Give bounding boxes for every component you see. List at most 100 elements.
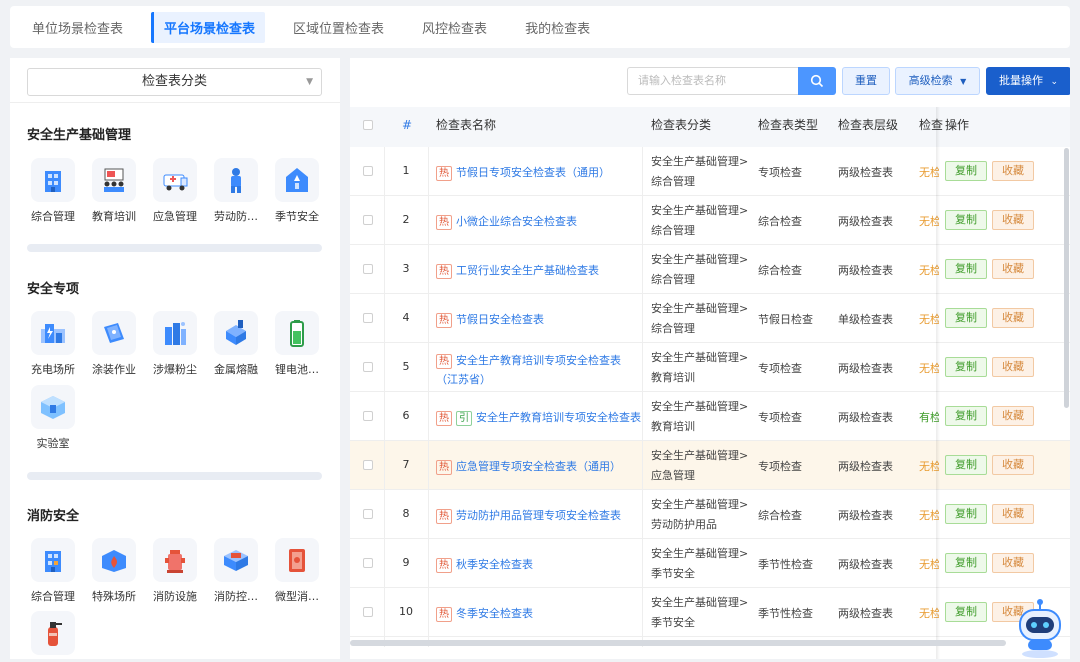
search-input[interactable]: 请输入检查表名称 <box>627 67 798 95</box>
checklist-name-link[interactable]: 安全生产教育培训专项安全检查表 <box>476 411 641 424</box>
select-all-checkbox[interactable] <box>363 120 373 130</box>
tab-platform-scene[interactable]: 平台场景检查表 <box>151 11 266 43</box>
category-tile[interactable]: 消防控… <box>206 538 266 604</box>
table-row[interactable]: 1 热节假日专项安全检查表（通用） 安全生产基础管理> 综合管理 专项检查 两级检查表 无检… <box>350 147 1070 196</box>
row-checkbox[interactable] <box>363 264 373 274</box>
table-row[interactable]: 5 热安全生产教育培训专项安全检查表 （江苏省） 安全生产基础管理> 教育培训 专项检查 两… <box>350 343 1070 392</box>
table-row[interactable]: 2 热小微企业综合安全检查表 安全生产基础管理> 综合管理 综合检查 两级检查表 无检 复制收… <box>350 196 1070 245</box>
tab-region-location[interactable]: 区域位置检查表 <box>283 12 394 43</box>
copy-button[interactable]: 复制 <box>945 161 987 181</box>
row-checkbox[interactable] <box>363 411 373 421</box>
category-tile[interactable]: 应急管理 <box>145 158 205 224</box>
category-tile[interactable]: 实验室 <box>23 385 83 451</box>
table-row[interactable]: 7 热应急管理专项安全检查表（通用） 安全生产基础管理> 应急管理 专项检查 两级检查表无… <box>350 441 1070 490</box>
vertical-scrollbar[interactable] <box>1064 148 1069 408</box>
favorite-button[interactable]: 收藏 <box>992 357 1034 377</box>
favorite-button[interactable]: 收藏 <box>992 553 1034 573</box>
favorite-button[interactable]: 收藏 <box>992 406 1034 426</box>
favorite-button[interactable]: 收藏 <box>992 504 1034 524</box>
copy-button[interactable]: 复制 <box>945 553 987 573</box>
copy-button[interactable]: 复制 <box>945 406 987 426</box>
category-tile[interactable]: 充电场所 <box>23 311 83 377</box>
advanced-search-label: 高级检索 <box>908 74 953 87</box>
category-tile[interactable] <box>23 611 83 655</box>
favorite-button[interactable]: 收藏 <box>992 161 1034 181</box>
tab-risk-control[interactable]: 风控检查表 <box>412 12 497 43</box>
row-category: 安全生产基础管理> 综合管理 <box>651 299 748 339</box>
checklist-name-link[interactable]: 小微企业综合安全检查表 <box>456 215 577 228</box>
copy-button[interactable]: 复制 <box>945 210 987 230</box>
checklist-name-line2[interactable]: （江苏省） <box>436 373 491 386</box>
row-type: 季节性检查 <box>758 607 813 620</box>
copy-button[interactable]: 复制 <box>945 308 987 328</box>
batch-operation-button[interactable]: 批量操作 ⌄ <box>986 67 1070 95</box>
favorite-button[interactable]: 收藏 <box>992 308 1034 328</box>
checklist-name-link[interactable]: 应急管理专项安全检查表（通用） <box>456 460 621 473</box>
row-checkbox[interactable] <box>363 558 373 568</box>
checklist-name-link[interactable]: 安全生产教育培训专项安全检查表 <box>456 354 621 367</box>
category-tile[interactable]: 金属熔融 <box>206 311 266 377</box>
table-row[interactable]: 10 热冬季安全检查表 安全生产基础管理> 季节安全 季节性检查 两级检查表 无检 复制 收藏 <box>350 588 1070 637</box>
table-row[interactable]: 6 热引安全生产教育培训专项安全检查表 安全生产基础管理> 教育培训 专项检查 两级检查表… <box>350 392 1070 441</box>
row-checkbox[interactable] <box>363 362 373 372</box>
col-name-header: 检查表名称 <box>436 118 497 132</box>
row-level: 两级检查表 <box>838 558 893 571</box>
checklist-name-link[interactable]: 工贸行业安全生产基础检查表 <box>456 264 599 277</box>
table-row[interactable]: 8 热劳动防护用品管理专项安全检查表 安全生产基础管理> 劳动防护用品 综合检查 两级检查… <box>350 490 1070 539</box>
table-row[interactable]: 9 热秋季安全检查表 安全生产基础管理> 季节安全 季节性检查 两级检查表 无检 复制 收藏 <box>350 539 1070 588</box>
checklist-name-link[interactable]: 节假日专项安全检查表（通用） <box>456 166 610 179</box>
checklist-name-link[interactable]: 秋季安全检查表 <box>456 558 533 571</box>
checklist-name-link[interactable]: 冬季安全检查表 <box>456 607 533 620</box>
category-tile[interactable]: 综合管理 <box>23 538 83 604</box>
row-checkbox[interactable] <box>363 313 373 323</box>
copy-button[interactable]: 复制 <box>945 602 987 622</box>
category-tile[interactable]: 综合管理 <box>23 158 83 224</box>
row-index: 10 <box>399 605 413 618</box>
category-tile[interactable]: 特殊场所 <box>84 538 144 604</box>
category-tile[interactable]: 劳动防… <box>206 158 266 224</box>
favorite-button[interactable]: 收藏 <box>992 259 1034 279</box>
season-house-icon <box>275 158 319 202</box>
checklist-name-link[interactable]: 劳动防护用品管理专项安全检查表 <box>456 509 621 522</box>
search-button[interactable] <box>798 67 836 95</box>
tab-my-checklists[interactable]: 我的检查表 <box>515 12 600 43</box>
laboratory-icon <box>31 385 75 429</box>
reset-button[interactable]: 重置 <box>842 67 890 95</box>
category-tile[interactable]: 锂电池… <box>267 311 327 377</box>
copy-button[interactable]: 复制 <box>945 259 987 279</box>
category-select[interactable]: 检查表分类 ▼ <box>27 68 322 96</box>
horizontal-scrollbar[interactable] <box>350 640 1006 646</box>
row-level: 两级检查表 <box>838 411 893 424</box>
category-tile[interactable]: 涂装作业 <box>84 311 144 377</box>
row-checkbox[interactable] <box>363 166 373 176</box>
copy-button[interactable]: 复制 <box>945 455 987 475</box>
category-tile[interactable]: 涉爆粉尘 <box>145 311 205 377</box>
row-checkbox[interactable] <box>363 460 373 470</box>
table-row[interactable]: 4 热节假日安全检查表 安全生产基础管理> 综合管理 节假日检查 单级检查表 无检 复制 收藏 <box>350 294 1070 343</box>
row-checkbox[interactable] <box>363 607 373 617</box>
hot-tag: 热 <box>436 460 452 475</box>
chevron-down-icon: ⌄ <box>1050 77 1059 87</box>
assistant-robot-icon[interactable] <box>1012 596 1068 659</box>
category-tile[interactable]: 季节安全 <box>267 158 327 224</box>
column-divider <box>642 147 643 647</box>
category-tile[interactable]: 教育培训 <box>84 158 144 224</box>
favorite-button[interactable]: 收藏 <box>992 455 1034 475</box>
category-path: 安全生产基础管理> <box>651 596 749 609</box>
checklist-name-link[interactable]: 节假日安全检查表 <box>456 313 544 326</box>
row-checkbox[interactable] <box>363 215 373 225</box>
row-checkbox[interactable] <box>363 509 373 519</box>
category-tile[interactable]: 微型消… <box>267 538 327 604</box>
category-tile[interactable]: 消防设施 <box>145 538 205 604</box>
advanced-search-button[interactable]: 高级检索 ▼ <box>895 67 980 95</box>
table-row[interactable]: 3 热工贸行业安全生产基础检查表 安全生产基础管理> 综合管理 综合检查 两级检查表 无检复… <box>350 245 1070 294</box>
copy-button[interactable]: 复制 <box>945 504 987 524</box>
row-index: 8 <box>402 507 410 520</box>
reference-tag: 引 <box>456 411 472 426</box>
row-type: 专项检查 <box>758 460 802 473</box>
row-category: 安全生产基础管理> 劳动防护用品 <box>651 495 748 535</box>
category-leaf: 综合管理 <box>651 175 695 188</box>
tab-unit-scene[interactable]: 单位场景检查表 <box>22 12 133 43</box>
favorite-button[interactable]: 收藏 <box>992 210 1034 230</box>
copy-button[interactable]: 复制 <box>945 357 987 377</box>
